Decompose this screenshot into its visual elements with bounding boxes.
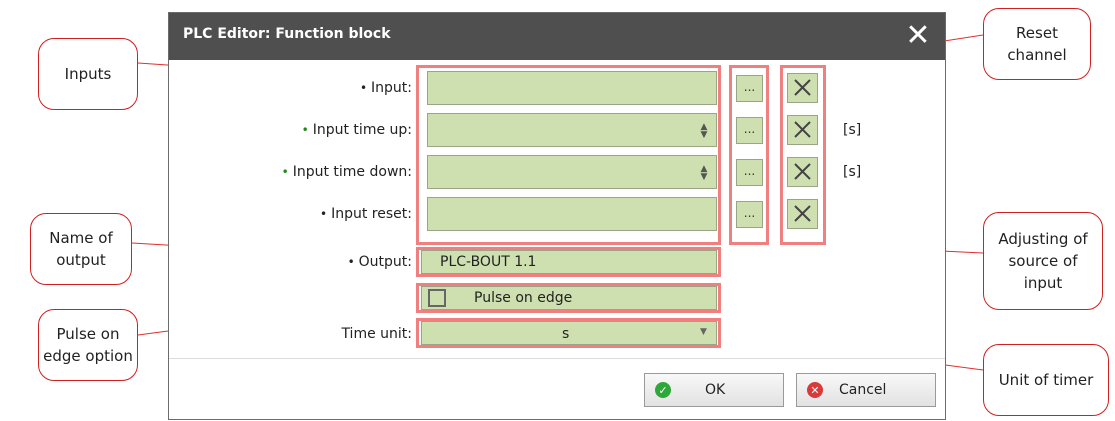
spinner-icon[interactable]: ▲ ▼ [698, 123, 710, 140]
check-icon: ✓ [655, 382, 671, 398]
unit-time-up: [s] [843, 122, 862, 138]
time-unit-select[interactable]: s ▼ [421, 321, 717, 345]
reset-channel-button-reset[interactable] [787, 199, 818, 229]
bullet-icon: • [347, 255, 355, 269]
close-icon [794, 205, 811, 222]
plc-editor-dialog: PLC Editor: Function block ✕ • Input: • In… [168, 12, 946, 420]
callout-pulse-option: Pulse on edge option [38, 309, 138, 381]
input-time-up-label: • Input time up: [301, 122, 412, 138]
time-unit-label: Time unit: [341, 326, 412, 342]
bullet-icon: • [320, 207, 328, 221]
time-unit-value: s [562, 326, 570, 342]
input-time-up-field[interactable]: ▲ ▼ [427, 113, 717, 147]
cancel-icon: ✕ [807, 382, 823, 398]
input-time-down-field[interactable]: ▲ ▼ [427, 155, 717, 189]
cancel-button[interactable]: ✕ Cancel [796, 373, 936, 407]
close-icon [794, 121, 811, 138]
dropdown-arrow-icon[interactable]: ▼ [700, 327, 707, 337]
reset-channel-button-time-up[interactable] [787, 115, 818, 145]
close-icon [794, 163, 811, 180]
bullet-icon: • [301, 123, 309, 137]
adjust-source-button-reset[interactable]: ... [736, 201, 763, 228]
bullet-icon: • [281, 165, 289, 179]
input-reset-field[interactable] [427, 197, 717, 231]
output-field[interactable]: PLC-BOUT 1.1 [421, 250, 717, 274]
input-reset-label: • Input reset: [320, 206, 412, 222]
pulse-checkbox[interactable] [428, 289, 446, 307]
adjust-source-button-time-up[interactable]: ... [736, 117, 763, 144]
callout-unit-timer: Unit of timer [983, 344, 1109, 416]
pulse-row[interactable]: Pulse on edge [421, 286, 717, 310]
separator [169, 358, 945, 359]
callout-name-output: Name of output [30, 213, 132, 285]
input-field[interactable] [427, 71, 717, 105]
reset-channel-button-input[interactable] [787, 73, 818, 103]
close-icon [794, 79, 811, 96]
title-bar: PLC Editor: Function block ✕ [169, 13, 945, 60]
input-time-down-label: • Input time down: [281, 164, 412, 180]
dialog-title: PLC Editor: Function block [183, 26, 391, 42]
callout-reset-channel: Reset channel [983, 8, 1091, 80]
reset-channel-button-time-down[interactable] [787, 157, 818, 187]
input-label: • Input: [359, 80, 412, 96]
pulse-label: Pulse on edge [474, 290, 573, 306]
adjust-source-button-time-down[interactable]: ... [736, 159, 763, 186]
bullet-icon: • [359, 81, 368, 95]
output-label: • Output: [347, 254, 412, 270]
close-icon[interactable]: ✕ [901, 19, 935, 53]
unit-time-down: [s] [843, 164, 862, 180]
adjust-source-button-input[interactable]: ... [736, 75, 763, 102]
callout-inputs: Inputs [38, 38, 138, 110]
ok-button[interactable]: ✓ OK [644, 373, 784, 407]
spinner-icon[interactable]: ▲ ▼ [698, 165, 710, 182]
callout-adjusting: Adjusting of source of input [983, 212, 1103, 310]
